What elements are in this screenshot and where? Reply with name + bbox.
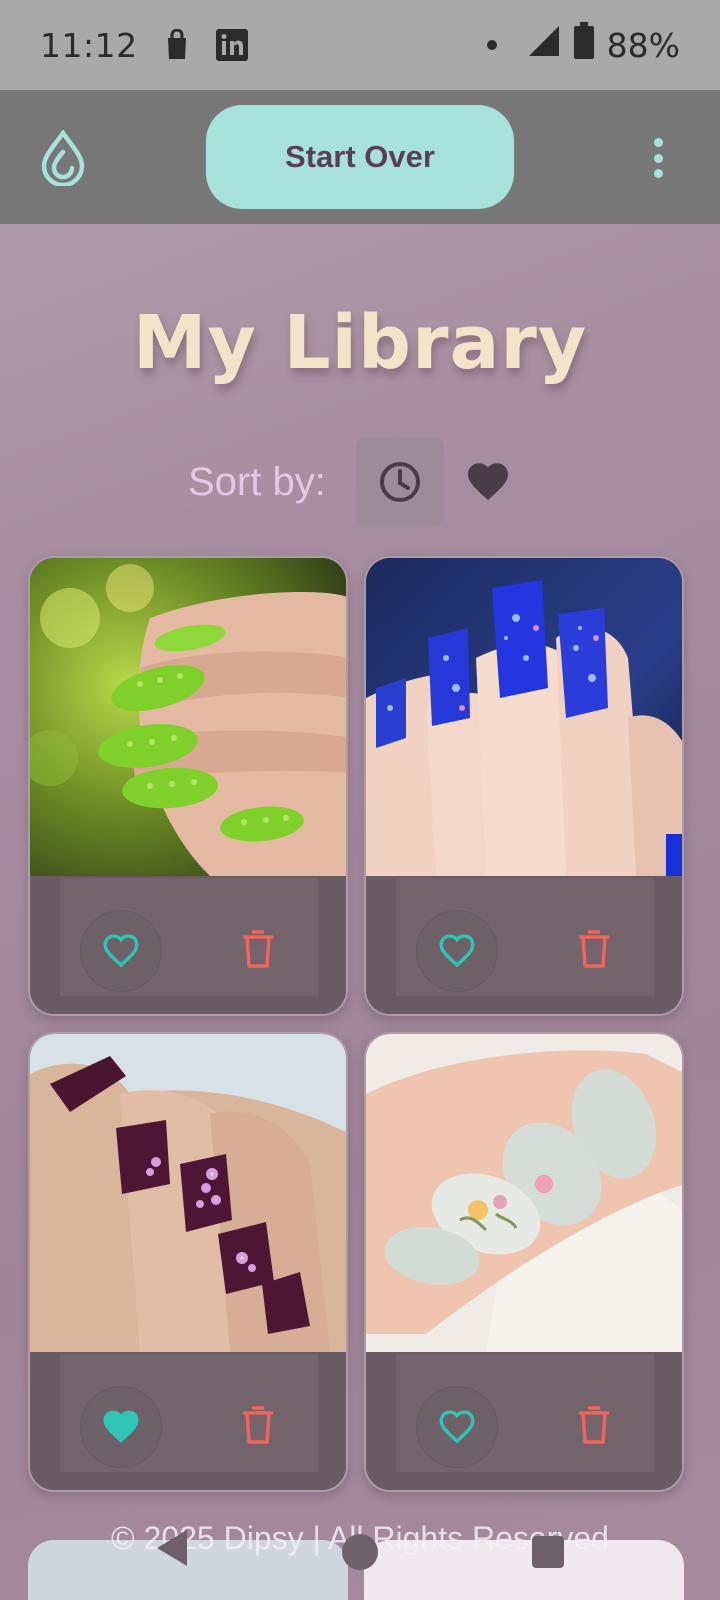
favorite-button[interactable]	[80, 1386, 162, 1468]
nail-design-image[interactable]	[30, 558, 346, 876]
page-title: My Library	[132, 300, 588, 386]
nail-design-image[interactable]	[366, 1034, 682, 1352]
library-card[interactable]	[364, 1032, 684, 1492]
trash-icon	[243, 1406, 273, 1444]
favorite-button[interactable]	[80, 910, 162, 992]
trash-icon	[579, 1406, 609, 1444]
home-icon[interactable]	[342, 1534, 378, 1570]
signal-icon	[527, 24, 561, 67]
delete-button[interactable]	[238, 1402, 278, 1448]
library-card[interactable]	[364, 556, 684, 1016]
notification-dot-icon	[486, 40, 497, 50]
status-time: 11:12	[40, 25, 138, 65]
favorite-button[interactable]	[416, 910, 498, 992]
sort-controls: Sort by:	[0, 438, 720, 526]
droplet-logo-icon[interactable]	[40, 129, 86, 188]
battery-percent: 88%	[606, 25, 680, 65]
trash-icon	[579, 930, 609, 968]
library-card[interactable]	[28, 1032, 348, 1492]
heart-filled-icon	[103, 1410, 139, 1443]
battery-icon	[573, 21, 595, 69]
sort-by-favorites-button[interactable]	[464, 458, 512, 506]
library-card[interactable]	[28, 556, 348, 1016]
clock-icon	[380, 462, 420, 502]
heart-icon	[468, 463, 508, 500]
heart-outline-icon	[439, 934, 475, 968]
card-actions	[366, 876, 682, 1014]
nail-design-image[interactable]	[366, 558, 682, 876]
nail-design-image[interactable]	[30, 1034, 346, 1352]
system-nav-bar	[0, 1500, 720, 1600]
delete-button[interactable]	[574, 926, 614, 972]
sort-by-recent-button[interactable]	[356, 438, 444, 526]
sort-label: Sort by:	[188, 460, 326, 504]
shopping-bag-icon	[164, 29, 190, 61]
card-actions	[30, 1352, 346, 1490]
heart-outline-icon	[103, 934, 139, 968]
delete-button[interactable]	[238, 926, 278, 972]
card-actions	[30, 876, 346, 1014]
linkedin-icon	[215, 29, 248, 61]
app-bar: Start Over	[0, 90, 720, 224]
delete-button[interactable]	[574, 1402, 614, 1448]
card-actions	[366, 1352, 682, 1490]
recent-apps-icon[interactable]	[532, 1536, 564, 1568]
trash-icon	[243, 930, 273, 968]
kebab-menu-icon[interactable]	[646, 138, 670, 178]
favorite-button[interactable]	[416, 1386, 498, 1468]
back-icon[interactable]	[155, 1528, 189, 1573]
heart-outline-icon	[439, 1410, 475, 1444]
status-bar: 11:12 88%	[0, 0, 720, 90]
start-over-button[interactable]: Start Over	[206, 105, 514, 209]
